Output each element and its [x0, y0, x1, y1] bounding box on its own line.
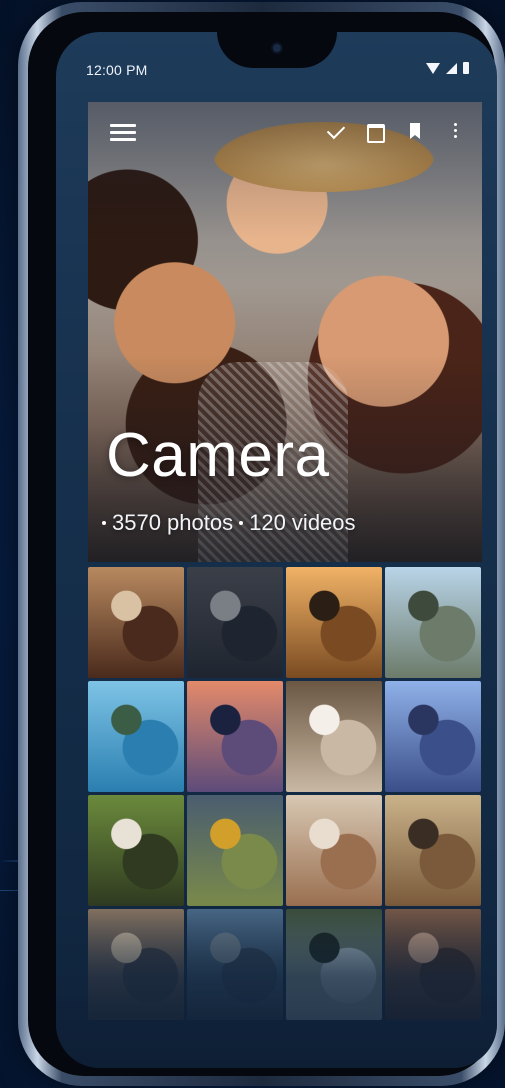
waterfall-thumbnail[interactable] [286, 909, 382, 1020]
album-cover-photo[interactable]: Camera 3570 photos 120 videos [88, 102, 482, 562]
phone-bezel: 12:00 PM Camera 3570 photos 120 videos [28, 12, 497, 1076]
more-vert-icon[interactable] [446, 122, 464, 140]
phone-frame: 12:00 PM Camera 3570 photos 120 videos [18, 2, 505, 1086]
cliff-jumpers-thumbnail[interactable] [88, 681, 184, 792]
friends-hug-thumbnail[interactable] [385, 909, 481, 1020]
status-icons [426, 62, 469, 74]
album-title: Camera [106, 421, 330, 490]
signal-icon [446, 62, 457, 74]
woman-hat-thumbnail[interactable] [88, 909, 184, 1020]
friends-selfie-thumbnail[interactable] [88, 567, 184, 678]
coastal-cliffs-thumbnail[interactable] [187, 909, 283, 1020]
front-camera [272, 44, 281, 52]
rainbow-meadow-thumbnail[interactable] [187, 795, 283, 906]
mountain-hikers-thumbnail[interactable] [385, 567, 481, 678]
friends-fair-thumbnail[interactable] [286, 795, 382, 906]
videos-count: 120 videos [249, 510, 356, 535]
phone-screen: 12:00 PM Camera 3570 photos 120 videos [56, 32, 497, 1068]
couple-walking-thumbnail[interactable] [385, 795, 481, 906]
city-skyline-thumbnail[interactable] [385, 681, 481, 792]
basketball-dunk-thumbnail[interactable] [187, 567, 283, 678]
menu-icon[interactable] [110, 124, 136, 142]
status-time: 12:00 PM [86, 62, 148, 78]
cherry-blossom-thumbnail[interactable] [286, 681, 382, 792]
bookmark-icon[interactable] [406, 122, 424, 140]
city-sunset-thumbnail[interactable] [187, 681, 283, 792]
check-icon[interactable] [326, 120, 346, 140]
woman-portrait-thumbnail[interactable] [88, 795, 184, 906]
top-toolbar [88, 102, 482, 158]
toolbar-actions [326, 120, 464, 143]
bullet-dot [239, 521, 244, 525]
battery-icon [463, 62, 469, 74]
hero-shade-overlay [88, 102, 482, 562]
album-stats: 3570 photos 120 videos [102, 510, 356, 536]
sunset-couple-thumbnail[interactable] [286, 567, 382, 678]
bullet-dot [102, 521, 106, 525]
calendar-icon[interactable] [366, 122, 385, 143]
photo-grid [88, 567, 482, 1020]
wifi-icon [426, 62, 440, 74]
photos-count: 3570 photos [112, 510, 234, 535]
